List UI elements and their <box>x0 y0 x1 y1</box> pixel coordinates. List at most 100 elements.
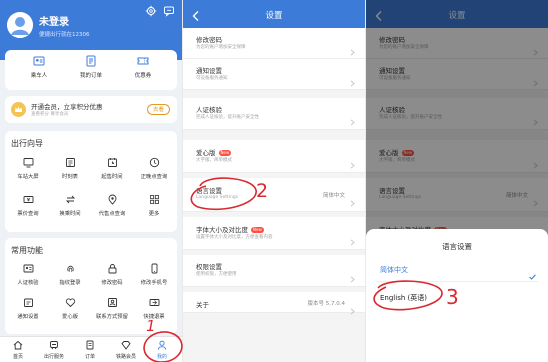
message-icon[interactable] <box>163 2 175 17</box>
chevron-right-icon <box>350 268 355 283</box>
tab-label: 出行服务 <box>43 354 64 360</box>
settings-row[interactable]: 关于 版本号 5.7.0.4 <box>183 292 365 315</box>
tab-label: 铁路会员 <box>115 354 136 360</box>
home-icon <box>13 340 23 350</box>
chevron-right-icon <box>350 231 355 246</box>
avatar[interactable] <box>7 12 33 38</box>
tab-travel-service[interactable]: 出行服务 <box>36 340 72 360</box>
grid-item-label: 联系方式预留 <box>96 314 128 320</box>
quick-link-label: 优惠券 <box>134 73 152 79</box>
settings-row-title: 权限设置 <box>196 261 222 271</box>
page-title: 设置 <box>265 11 283 21</box>
quick-link-passenger[interactable]: 乘车人 <box>17 55 61 79</box>
grid-item-delay-query[interactable]: 正晚点查询 <box>135 157 173 180</box>
quick-link-orders[interactable]: 我的订单 <box>69 55 113 79</box>
grid-item-label: 时刻表 <box>62 174 78 180</box>
vip-title: 开通会员，立享积分优惠 <box>31 103 103 111</box>
order-tab-icon <box>86 340 94 350</box>
common-functions-card: 常用功能 人证核验 指纹登录 修改密码 修改手机号 通知设置 爱心版 联系方式预留 快捷退票 <box>5 238 177 334</box>
section-title: 出行向导 <box>11 139 43 148</box>
settings-row-subtitle: 为您的账户增加安全保障 <box>196 45 246 50</box>
grid-item-more[interactable]: 更多 <box>135 194 173 217</box>
timetable-icon <box>65 158 75 167</box>
grid-item-sale-time[interactable]: 起售时间 <box>93 157 131 180</box>
grid-item-fingerprint[interactable]: 指纹登录 <box>51 263 89 286</box>
settings-row-title: 字体大小及对比度New <box>196 224 264 234</box>
chevron-right-icon <box>350 154 355 169</box>
settings-row-title-text: 权限设置 <box>196 263 222 271</box>
tab-label: 订单 <box>84 354 95 360</box>
grid-item-label: 快捷退票 <box>143 314 165 320</box>
settings-row-title-text: 通知设置 <box>196 67 222 75</box>
vip-banner[interactable]: 开通会员，立享积分优惠 查看积分 尊享会员 去看 <box>5 96 177 123</box>
language-picker-sheet: 语言设置 简体中文 English (英语) <box>366 229 548 362</box>
grid-item-timetable[interactable]: 时刻表 <box>51 157 89 180</box>
tab-home[interactable]: 首页 <box>0 340 36 360</box>
grid-item-agency-query[interactable]: 代售点查询 <box>93 194 131 217</box>
grid-item-label: 修改密码 <box>101 280 123 286</box>
settings-row[interactable]: 修改密码 为您的账户增加安全保障 <box>183 28 365 59</box>
settings-row-subtitle: 使用权限，方便使用 <box>196 272 237 277</box>
grid-item-transfer-time[interactable]: 换乘时间 <box>51 194 89 217</box>
travel-service-icon <box>50 341 58 350</box>
grid-item-notification[interactable]: 通知设置 <box>9 297 47 320</box>
settings-gear-icon[interactable] <box>145 2 157 17</box>
profile-tab-icon <box>157 340 167 350</box>
new-badge: New <box>251 227 264 233</box>
settings-row-title-text: 关于 <box>196 301 209 309</box>
id-verify-icon <box>23 264 33 273</box>
grid-item-refund[interactable]: 快捷退票 <box>135 297 173 320</box>
settings-row-subtitle: Language Settings <box>196 195 239 200</box>
language-option-simplified-chinese[interactable]: 简体中文 <box>366 256 548 282</box>
chevron-right-icon <box>350 41 355 56</box>
grid-item-label: 车站大屏 <box>17 174 39 180</box>
grid-item-id-verify[interactable]: 人证核验 <box>9 263 47 286</box>
passenger-icon <box>33 56 45 66</box>
heart-icon <box>65 298 75 308</box>
refund-icon <box>149 299 159 306</box>
travel-guide-card: 出行向导 车站大屏 时刻表 起售时间 正晚点查询票价查询 换乘时间 代售点查询 更多 <box>5 131 177 232</box>
settings-row[interactable]: 权限设置使用权限，方便使用 <box>183 255 365 287</box>
grid-item-label: 人证核验 <box>17 280 39 286</box>
settings-row-value: 简体中文 <box>322 193 345 199</box>
settings-row[interactable]: 字体大小及对比度New设置字体大小及对比度，方便查看内容 <box>183 217 365 250</box>
quick-links-card: 乘车人 我的订单 优惠券 <box>5 50 177 90</box>
grid-item-contact[interactable]: 联系方式预留 <box>93 297 131 320</box>
settings-row[interactable]: 语言设置 Language Settings 简体中文 <box>183 178 365 212</box>
settings-list: 修改密码 为您的账户增加安全保障 通知设置 可设备服务通知 人证核验 完成人证核验，提升账… <box>183 28 365 362</box>
language-option-label: 简体中文 <box>380 266 408 274</box>
settings-row[interactable]: 爱心版 New 大字版，简单模式 <box>183 140 365 173</box>
quick-link-coupons[interactable]: 优惠券 <box>121 55 165 79</box>
station-screen-icon <box>23 158 33 168</box>
grid-item-label: 更多 <box>148 211 160 217</box>
profile-screen: 未登录 便捷出行就在12306 乘车人 我的订单 优惠券 开通会员，立享积分优惠… <box>0 0 182 362</box>
grid-item-phone[interactable]: 修改手机号 <box>135 263 173 286</box>
settings-row-subtitle: 完成人证核验，提升账户安全性 <box>196 115 259 120</box>
tab-my-profile[interactable]: 我的 <box>144 340 180 360</box>
sheet-title: 语言设置 <box>442 242 472 251</box>
grid-item-label: 爱心版 <box>62 314 78 320</box>
grid-item-password[interactable]: 修改密码 <box>93 263 131 286</box>
tab-orders[interactable]: 订单 <box>72 340 108 360</box>
sale-time-icon <box>107 158 117 167</box>
grid-item-label: 通知设置 <box>17 314 39 320</box>
grid-item-fare-query[interactable]: 票价查询 <box>9 194 47 217</box>
settings-row[interactable]: 通知设置 可设备服务通知 <box>183 59 365 90</box>
settings-row-title-text: 爱心版 <box>196 149 216 157</box>
settings-row-subtitle: 设置字体大小及对比度，方便查看内容 <box>196 235 273 240</box>
delay-query-icon <box>149 157 159 168</box>
chevron-right-icon <box>350 192 355 207</box>
grid-item-heart[interactable]: 爱心版 <box>51 297 89 320</box>
divider <box>376 281 538 282</box>
language-option-english[interactable]: English (英语) <box>366 284 548 310</box>
more-icon <box>149 195 159 204</box>
vip-view-button[interactable]: 去看 <box>146 104 170 115</box>
grid-item-label: 代售点查询 <box>98 211 126 217</box>
username-subtitle: 便捷出行就在12306 <box>39 32 90 38</box>
order-icon <box>86 55 96 67</box>
settings-row[interactable]: 人证核验 完成人证核验，提升账户安全性 <box>183 98 365 130</box>
username-label[interactable]: 未登录 <box>39 13 69 28</box>
tab-railway-member[interactable]: 铁路会员 <box>108 340 144 360</box>
grid-item-station-screen[interactable]: 车站大屏 <box>9 157 47 180</box>
settings-row-title: 爱心版 New <box>196 147 232 157</box>
